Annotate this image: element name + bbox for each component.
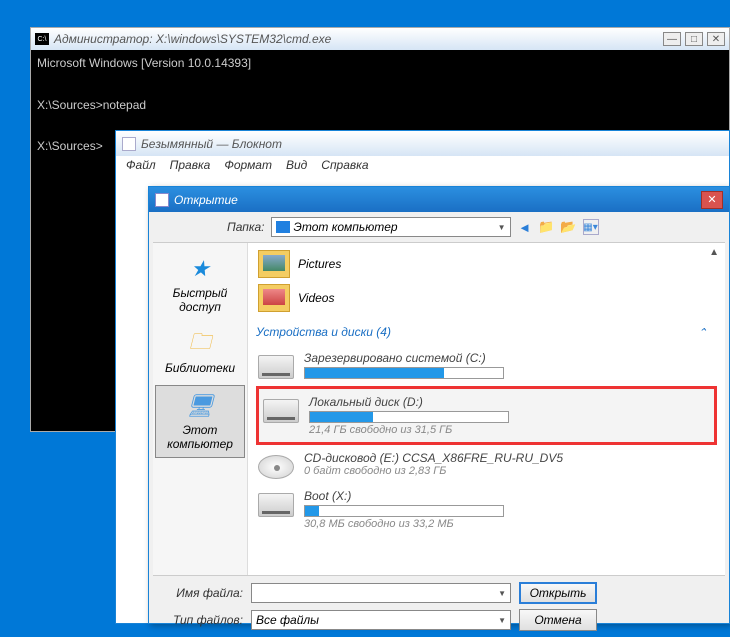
open-dialog-title: Открытие xyxy=(174,193,701,207)
chevron-down-icon: ▼ xyxy=(498,223,506,232)
cancel-button[interactable]: Отмена xyxy=(519,609,597,631)
folder-icon xyxy=(258,284,290,312)
folder-label: Videos xyxy=(298,291,334,305)
close-button[interactable]: ✕ xyxy=(701,191,723,209)
open-dialog-titlebar[interactable]: Открытие ✕ xyxy=(149,187,729,212)
sidebar-libraries[interactable]: 🗀 Библиотеки xyxy=(155,324,245,381)
cd-drive-icon xyxy=(258,455,294,479)
chevron-up-icon: ⌃ xyxy=(698,326,707,339)
open-dialog-toolbar: Папка: Этот компьютер ▼ ◄ 📁 📂 ▦▾ xyxy=(149,212,729,242)
drive-name: Зарезервировано системой (C:) xyxy=(304,351,715,365)
drive-c[interactable]: Зарезервировано системой (C:) xyxy=(256,347,717,384)
cmd-title: Администратор: X:\windows\SYSTEM32\cmd.e… xyxy=(54,32,663,46)
sidebar-label: Библиотеки xyxy=(165,361,235,375)
drive-free-text: 21,4 ГБ свободно из 31,5 ГБ xyxy=(309,424,710,436)
drive-x-boot[interactable]: Boot (X:) 30,8 МБ свободно из 33,2 МБ xyxy=(256,485,717,534)
notepad-icon xyxy=(122,137,136,151)
sidebar-label: Быстрый доступ xyxy=(157,286,243,314)
minimize-button[interactable]: — xyxy=(663,32,681,46)
drive-free-text: 30,8 МБ свободно из 33,2 МБ xyxy=(304,518,715,530)
menu-file[interactable]: Файл xyxy=(126,158,156,174)
notepad-menu: Файл Правка Формат Вид Справка xyxy=(116,156,729,176)
chevron-down-icon: ▼ xyxy=(498,589,506,598)
folder-videos[interactable]: Videos xyxy=(256,281,717,315)
folder-label: Pictures xyxy=(298,257,341,271)
sidebar-this-pc[interactable]: 🖥 Этот компьютер xyxy=(155,385,245,458)
filetype-label: Тип файлов: xyxy=(157,613,243,627)
filetype-value: Все файлы xyxy=(256,613,498,627)
cmd-prompt-line: X:\Sources>notepad xyxy=(37,96,723,115)
open-dialog-main[interactable]: ▲ Pictures Videos Устройства и диски (4)… xyxy=(248,243,725,575)
folder-pictures[interactable]: Pictures xyxy=(256,247,717,281)
drive-usage-bar xyxy=(304,505,504,517)
drive-icon xyxy=(263,399,299,423)
open-button[interactable]: Открыть xyxy=(519,582,597,604)
folder-dropdown[interactable]: Этот компьютер ▼ xyxy=(271,217,511,237)
drive-usage-bar xyxy=(304,367,504,379)
menu-edit[interactable]: Правка xyxy=(170,158,211,174)
drive-d-highlighted[interactable]: Локальный диск (D:) 21,4 ГБ свободно из … xyxy=(256,386,717,445)
drive-name: Boot (X:) xyxy=(304,489,715,503)
chevron-down-icon: ▼ xyxy=(498,616,506,625)
menu-help[interactable]: Справка xyxy=(321,158,368,174)
drive-icon xyxy=(258,493,294,517)
menu-view[interactable]: Вид xyxy=(286,158,307,174)
up-folder-icon[interactable]: 📁 xyxy=(539,219,555,235)
section-label: Устройства и диски (4) xyxy=(256,325,391,339)
open-dialog-bottom: Имя файла: ▼ Открыть Тип файлов: Все фай… xyxy=(149,576,729,637)
sidebar-quick-access[interactable]: ★ Быстрый доступ xyxy=(155,249,245,320)
sidebar-label: Этот компьютер xyxy=(158,423,242,451)
filetype-dropdown[interactable]: Все файлы ▼ xyxy=(251,610,511,630)
drive-icon xyxy=(258,355,294,379)
cmd-output-line: Microsoft Windows [Version 10.0.14393] xyxy=(37,54,723,73)
cmd-icon: C:\ xyxy=(35,33,49,45)
notepad-title: Безымянный — Блокнот xyxy=(141,137,282,151)
maximize-button[interactable]: □ xyxy=(685,32,703,46)
star-icon: ★ xyxy=(184,255,216,283)
devices-section-header[interactable]: Устройства и диски (4) ⌃ xyxy=(256,325,717,341)
folder-icon: 🗀 xyxy=(184,330,216,358)
computer-icon xyxy=(276,221,290,233)
drive-name: Локальный диск (D:) xyxy=(309,395,710,409)
computer-icon: 🖥 xyxy=(184,392,216,420)
close-button[interactable]: ✕ xyxy=(707,32,725,46)
scroll-up-icon[interactable]: ▲ xyxy=(709,247,719,258)
open-dialog: Открытие ✕ Папка: Этот компьютер ▼ ◄ 📁 📂… xyxy=(148,186,730,624)
drive-free-text: 0 байт свободно из 2,83 ГБ xyxy=(304,465,715,477)
open-dialog-icon xyxy=(155,193,169,207)
drive-usage-bar xyxy=(309,411,509,423)
filename-input[interactable]: ▼ xyxy=(251,583,511,603)
menu-format[interactable]: Формат xyxy=(224,158,272,174)
notepad-titlebar[interactable]: Безымянный — Блокнот xyxy=(116,131,729,156)
drive-name: CD-дисковод (E:) CCSA_X86FRE_RU-RU_DV5 xyxy=(304,451,715,465)
filename-label: Имя файла: xyxy=(157,586,243,600)
open-dialog-body: ★ Быстрый доступ 🗀 Библиотеки 🖥 Этот ком… xyxy=(153,242,725,576)
views-icon[interactable]: ▦▾ xyxy=(583,219,599,235)
cmd-titlebar[interactable]: C:\ Администратор: X:\windows\SYSTEM32\c… xyxy=(31,28,729,50)
back-icon[interactable]: ◄ xyxy=(517,219,533,235)
folder-label: Папка: xyxy=(227,220,265,234)
folder-icon xyxy=(258,250,290,278)
new-folder-icon[interactable]: 📂 xyxy=(561,219,577,235)
open-dialog-sidebar: ★ Быстрый доступ 🗀 Библиотеки 🖥 Этот ком… xyxy=(153,243,248,575)
drive-e-cd[interactable]: CD-дисковод (E:) CCSA_X86FRE_RU-RU_DV5 0… xyxy=(256,447,717,483)
folder-value: Этот компьютер xyxy=(294,220,498,234)
